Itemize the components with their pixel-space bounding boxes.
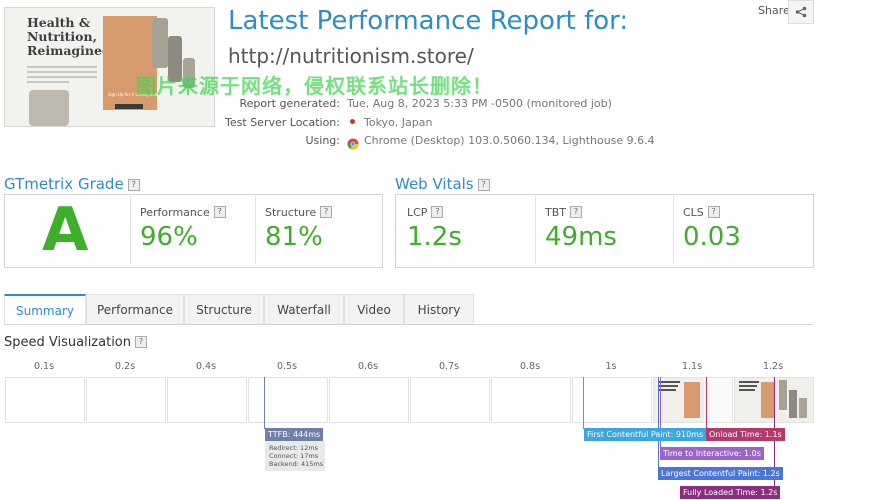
filmstrip-frame[interactable] bbox=[572, 377, 652, 423]
fcp-marker-line bbox=[583, 377, 584, 429]
grade-letter: A bbox=[42, 195, 89, 265]
timeline-tick: 0.7s bbox=[438, 361, 460, 372]
tab-history[interactable]: History bbox=[404, 294, 474, 324]
lcp-value: 1.2s bbox=[407, 222, 462, 252]
chrome-icon bbox=[347, 135, 359, 154]
ttfb-details: Redirect: 12ms Connect: 17ms Backend: 41… bbox=[265, 441, 325, 471]
filmstrip-frame[interactable] bbox=[329, 377, 409, 423]
lcp-marker-label: Largest Contentful Paint: 1.2s bbox=[658, 467, 783, 480]
tab-structure[interactable]: Structure bbox=[184, 294, 264, 324]
thumbnail-jar-image bbox=[152, 18, 168, 68]
performance-label-text: Performance bbox=[140, 206, 210, 219]
timeline-tick: 0.5s bbox=[276, 361, 298, 372]
filmstrip-frame[interactable] bbox=[653, 377, 733, 423]
divider bbox=[130, 196, 131, 264]
filmstrip-frame[interactable] bbox=[491, 377, 571, 423]
gtmetrix-grade-title: GTmetrix Grade bbox=[4, 175, 124, 193]
structure-value: 81% bbox=[265, 222, 323, 252]
ttfb-backend: Backend: 415ms bbox=[269, 460, 324, 468]
lcp-label-text: LCP bbox=[407, 206, 428, 219]
speed-visualization-heading: Speed Visualization? bbox=[4, 335, 147, 350]
fully-loaded-marker-label: Fully Loaded Time: 1.2s bbox=[680, 486, 781, 499]
help-icon[interactable]: ? bbox=[213, 206, 226, 218]
help-icon[interactable]: ? bbox=[135, 336, 147, 348]
tab-waterfall[interactable]: Waterfall bbox=[264, 294, 344, 324]
tab-summary[interactable]: Summary bbox=[4, 294, 86, 324]
tab-performance[interactable]: Performance bbox=[86, 294, 184, 324]
share-label[interactable]: Share bbox=[758, 4, 790, 17]
watermark-text: 图片来源于网络，侵权联系站长删除！ bbox=[136, 74, 493, 98]
thumbnail-headline: Health & Nutrition, Reimagined bbox=[27, 15, 111, 58]
filmstrip-frame[interactable] bbox=[248, 377, 328, 423]
location-pin-icon bbox=[350, 119, 355, 124]
timeline-tick: 1.2s bbox=[762, 361, 784, 372]
filmstrip-frame[interactable] bbox=[410, 377, 490, 423]
cls-label-text: CLS bbox=[683, 206, 704, 219]
thumbnail-bowl-image bbox=[29, 90, 69, 126]
filmstrip-frame[interactable] bbox=[86, 377, 166, 423]
speed-visualization-title: Speed Visualization bbox=[4, 335, 131, 350]
thumbnail-text-lines bbox=[27, 66, 97, 86]
performance-value: 96% bbox=[140, 222, 198, 252]
timeline-tick: 0.8s bbox=[519, 361, 541, 372]
server-location-value: Tokyo, Japan bbox=[364, 116, 433, 129]
help-icon[interactable]: ? bbox=[127, 179, 140, 191]
divider bbox=[673, 196, 674, 264]
onload-marker-label: Onload Time: 1.1s bbox=[706, 428, 785, 441]
lcp-marker-line bbox=[658, 377, 659, 467]
web-vitals-title: Web Vitals bbox=[395, 175, 474, 193]
timeline-tick: 0.6s bbox=[357, 361, 379, 372]
help-icon[interactable]: ? bbox=[320, 206, 333, 218]
timeline-tick: 0.4s bbox=[195, 361, 217, 372]
help-icon[interactable]: ? bbox=[431, 206, 444, 218]
ttfb-redirect: Redirect: 12ms bbox=[269, 444, 319, 452]
lcp-label: LCP? bbox=[407, 206, 444, 219]
structure-label-text: Structure bbox=[265, 206, 317, 219]
structure-label: Structure? bbox=[265, 206, 333, 219]
help-icon[interactable]: ? bbox=[570, 206, 582, 218]
help-icon[interactable]: ? bbox=[707, 206, 720, 218]
fcp-marker-label: First Contentful Paint: 910ms bbox=[584, 428, 707, 441]
help-icon[interactable]: ? bbox=[477, 179, 490, 191]
timeline-tick: 1.1s bbox=[681, 361, 703, 372]
performance-label: Performance? bbox=[140, 206, 226, 219]
tbt-label-text: TBT bbox=[545, 206, 566, 219]
tbt-label: TBT? bbox=[545, 206, 582, 219]
ttfb-marker-label: TTFB: 444ms bbox=[265, 428, 324, 441]
filmstrip-frame[interactable] bbox=[5, 377, 85, 423]
cls-value: 0.03 bbox=[683, 222, 741, 252]
onload-marker-line bbox=[706, 377, 707, 429]
ttfb-marker-line bbox=[264, 377, 265, 429]
divider bbox=[535, 196, 536, 264]
tab-video[interactable]: Video bbox=[344, 294, 404, 324]
using-label: Using: bbox=[305, 134, 341, 147]
gtmetrix-grade-heading: GTmetrix Grade? bbox=[4, 175, 140, 193]
tbt-value: 49ms bbox=[545, 222, 617, 252]
divider bbox=[255, 196, 256, 264]
web-vitals-heading: Web Vitals? bbox=[395, 175, 490, 193]
ttfb-connect: Connect: 17ms bbox=[269, 452, 319, 460]
timeline-tick: 0.1s bbox=[33, 361, 55, 372]
filmstrip-frame[interactable] bbox=[167, 377, 247, 423]
server-location-label: Test Server Location: bbox=[225, 116, 340, 129]
timeline-tick: 0.2s bbox=[114, 361, 136, 372]
tti-marker-label: Time to Interactive: 1.0s bbox=[660, 447, 764, 460]
share-icon[interactable] bbox=[788, 0, 814, 24]
report-url[interactable]: http://nutritionism.store/ bbox=[228, 44, 474, 68]
report-title: Latest Performance Report for: bbox=[228, 6, 629, 36]
timeline-tick: 1s bbox=[605, 361, 617, 372]
using-value: Chrome (Desktop) 103.0.5060.134, Lightho… bbox=[364, 134, 655, 147]
cls-label: CLS? bbox=[683, 206, 720, 219]
